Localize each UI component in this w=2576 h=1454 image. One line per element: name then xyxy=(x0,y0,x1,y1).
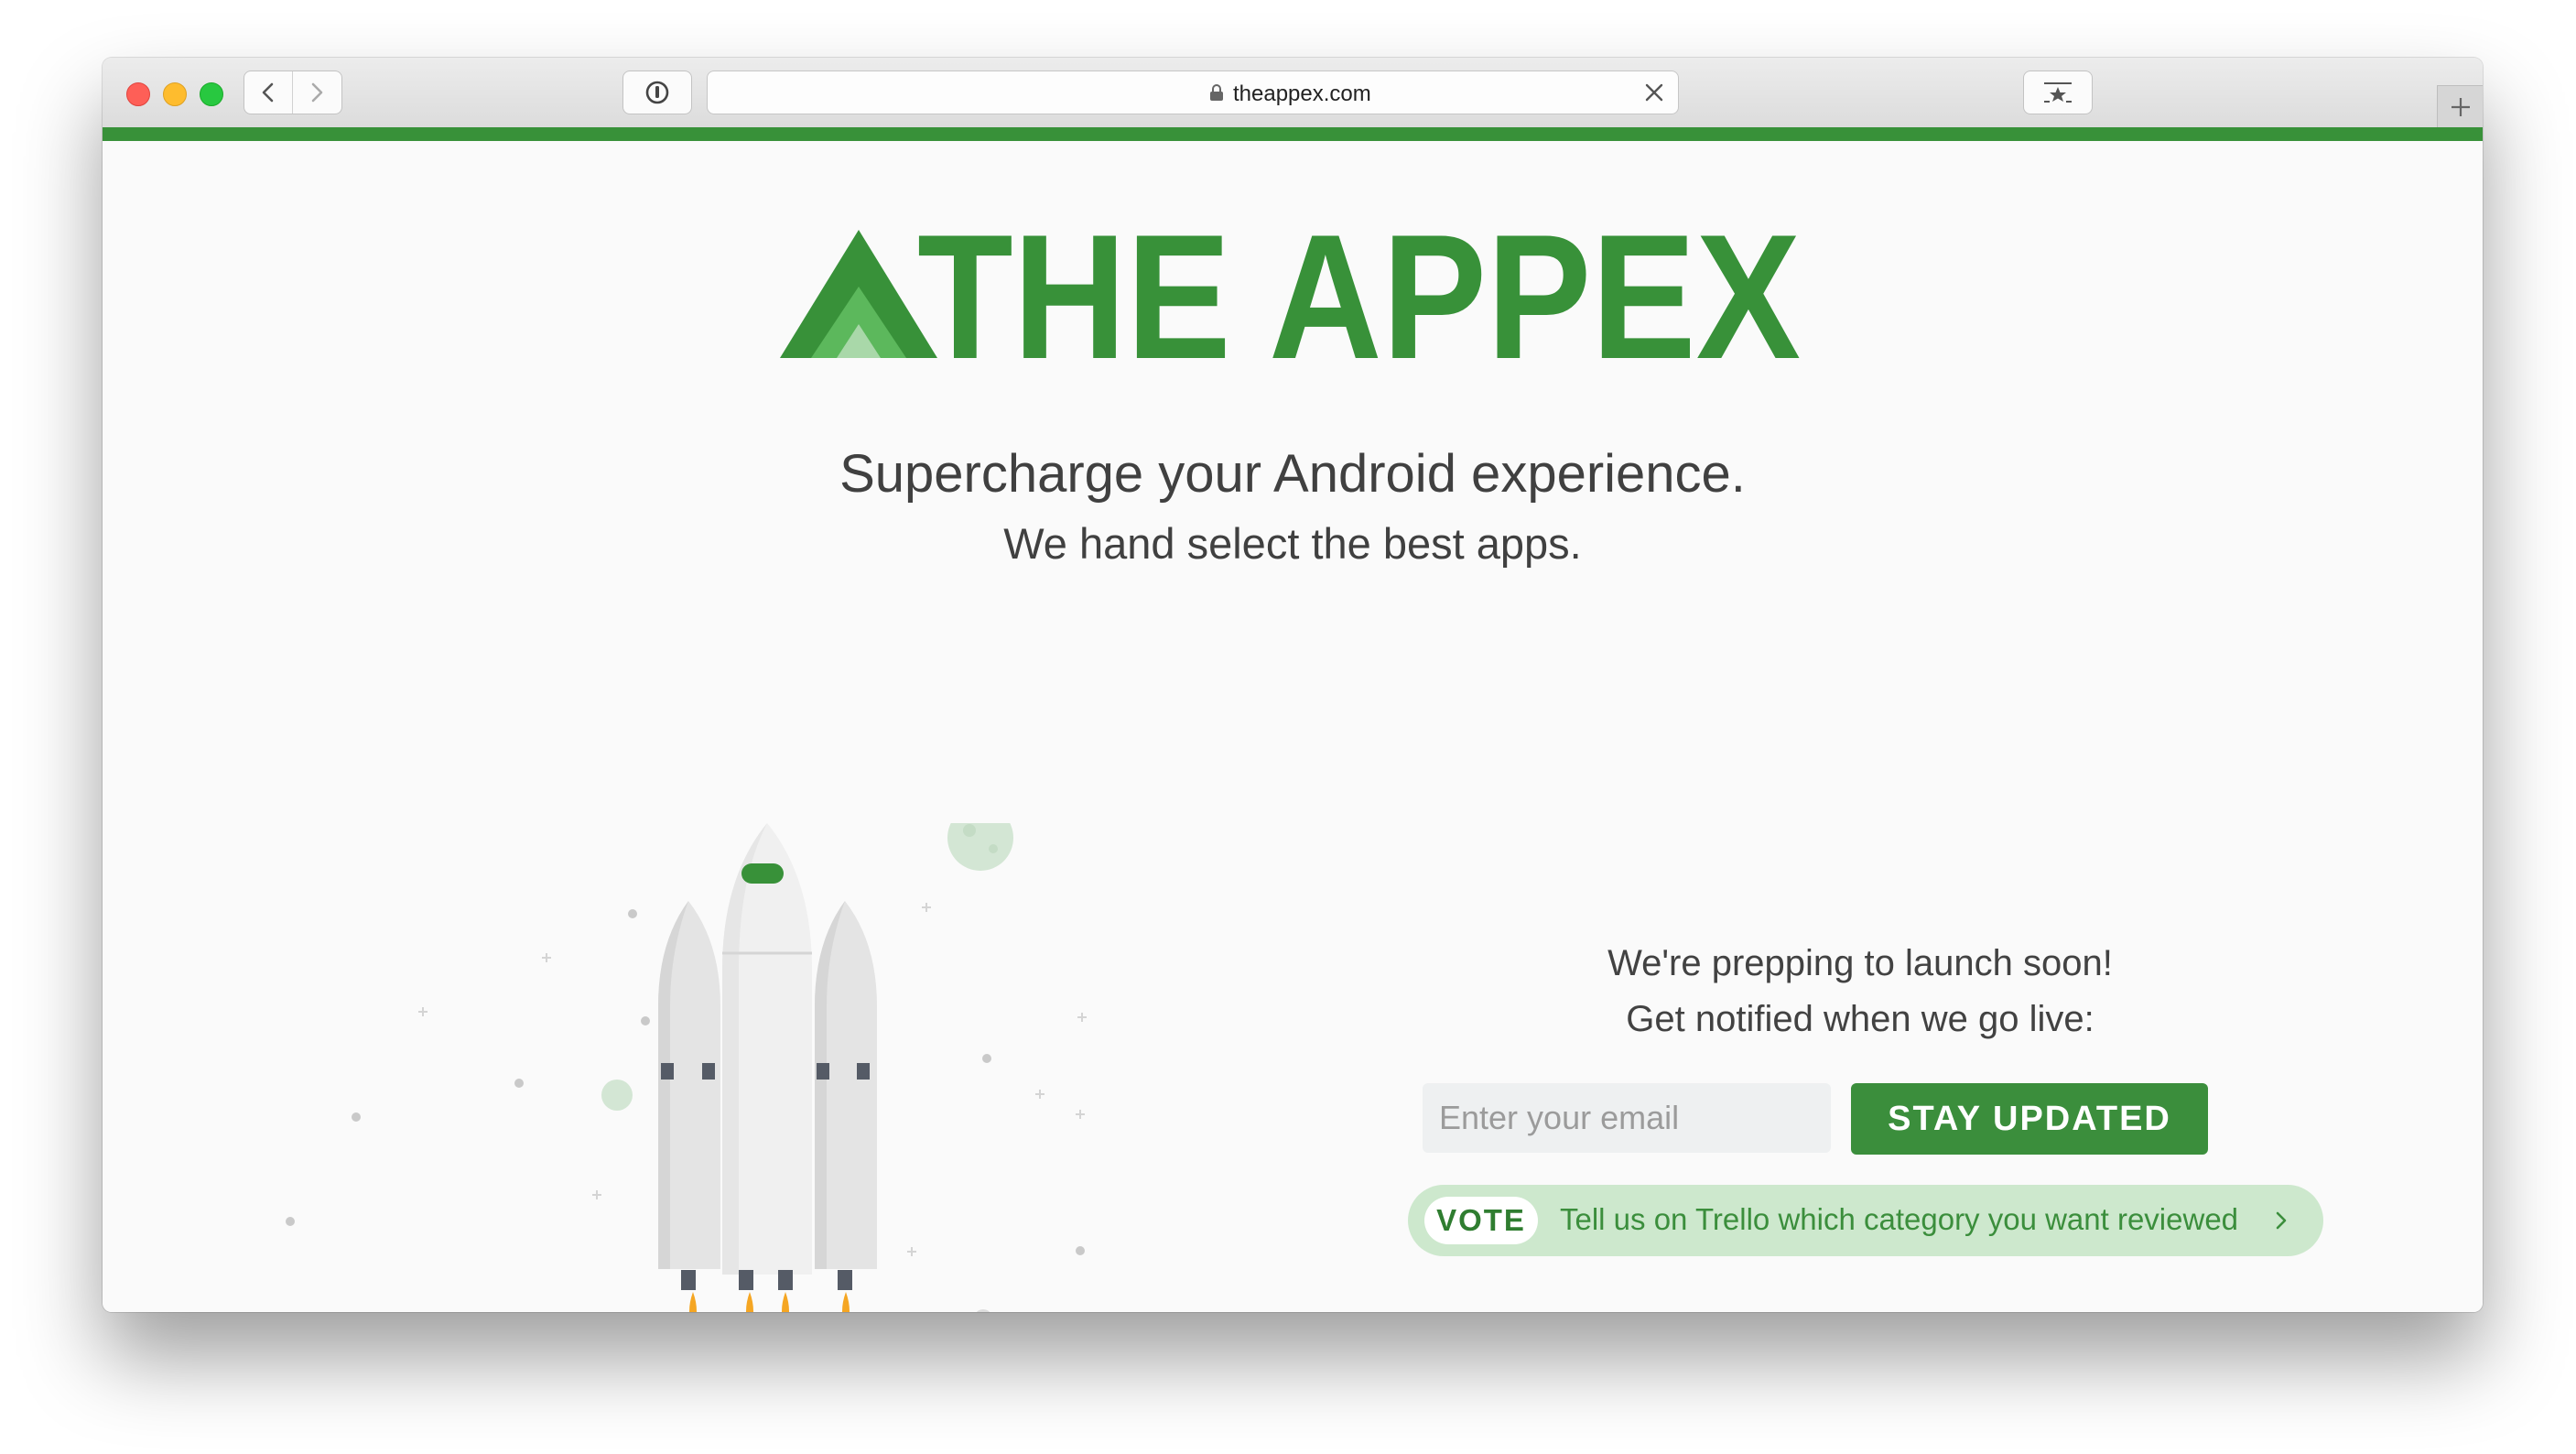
plus-icon xyxy=(2452,98,2470,116)
page-content: THE APPEX Supercharge your Android exper… xyxy=(103,141,2483,1312)
notify-message: Get notified when we go live: xyxy=(1626,999,2094,1039)
key-icon xyxy=(645,81,669,104)
chevron-right-icon xyxy=(311,82,323,103)
close-window-button[interactable] xyxy=(126,82,150,106)
browser-window: theappex.com THE APPEX Supercharge your … xyxy=(103,58,2483,1312)
vote-text: Tell us on Trello which category you wan… xyxy=(1560,1202,2239,1236)
launch-message: We're prepping to launch soon! xyxy=(1607,943,2113,983)
hero-tagline: Supercharge your Android experience. xyxy=(839,444,1746,504)
bookmark-icon xyxy=(2044,82,2072,103)
trello-vote-banner[interactable]: VOTE Tell us on Trello which category yo… xyxy=(1408,1185,2323,1256)
lock-icon xyxy=(1210,84,1223,101)
vote-badge: VOTE xyxy=(1424,1197,1538,1244)
bookmarks-button[interactable] xyxy=(2023,71,2093,114)
stay-updated-button[interactable]: STAY UPDATED xyxy=(1851,1083,2208,1155)
nav-buttons xyxy=(244,71,342,114)
appex-logo[interactable]: THE APPEX xyxy=(780,228,1805,365)
logo-text: THE APPEX xyxy=(917,228,1801,365)
minimize-window-button[interactable] xyxy=(163,82,187,106)
chevron-right-icon xyxy=(2276,1211,2287,1230)
rocket-illustration xyxy=(286,823,1087,1312)
url-text: theappex.com xyxy=(1233,81,1371,106)
email-input[interactable] xyxy=(1423,1083,1831,1153)
zoom-window-button[interactable] xyxy=(200,82,223,106)
hero-subtagline: We hand select the best apps. xyxy=(1003,519,1582,568)
close-icon[interactable] xyxy=(1643,81,1665,103)
back-button[interactable] xyxy=(244,71,292,114)
password-button[interactable] xyxy=(622,71,692,114)
chevron-left-icon xyxy=(262,82,274,103)
address-bar[interactable]: theappex.com xyxy=(707,71,1679,114)
site-top-bar xyxy=(103,127,2483,141)
new-tab-button[interactable] xyxy=(2437,85,2483,128)
forward-button[interactable] xyxy=(293,71,341,114)
browser-toolbar: theappex.com xyxy=(103,58,2483,128)
